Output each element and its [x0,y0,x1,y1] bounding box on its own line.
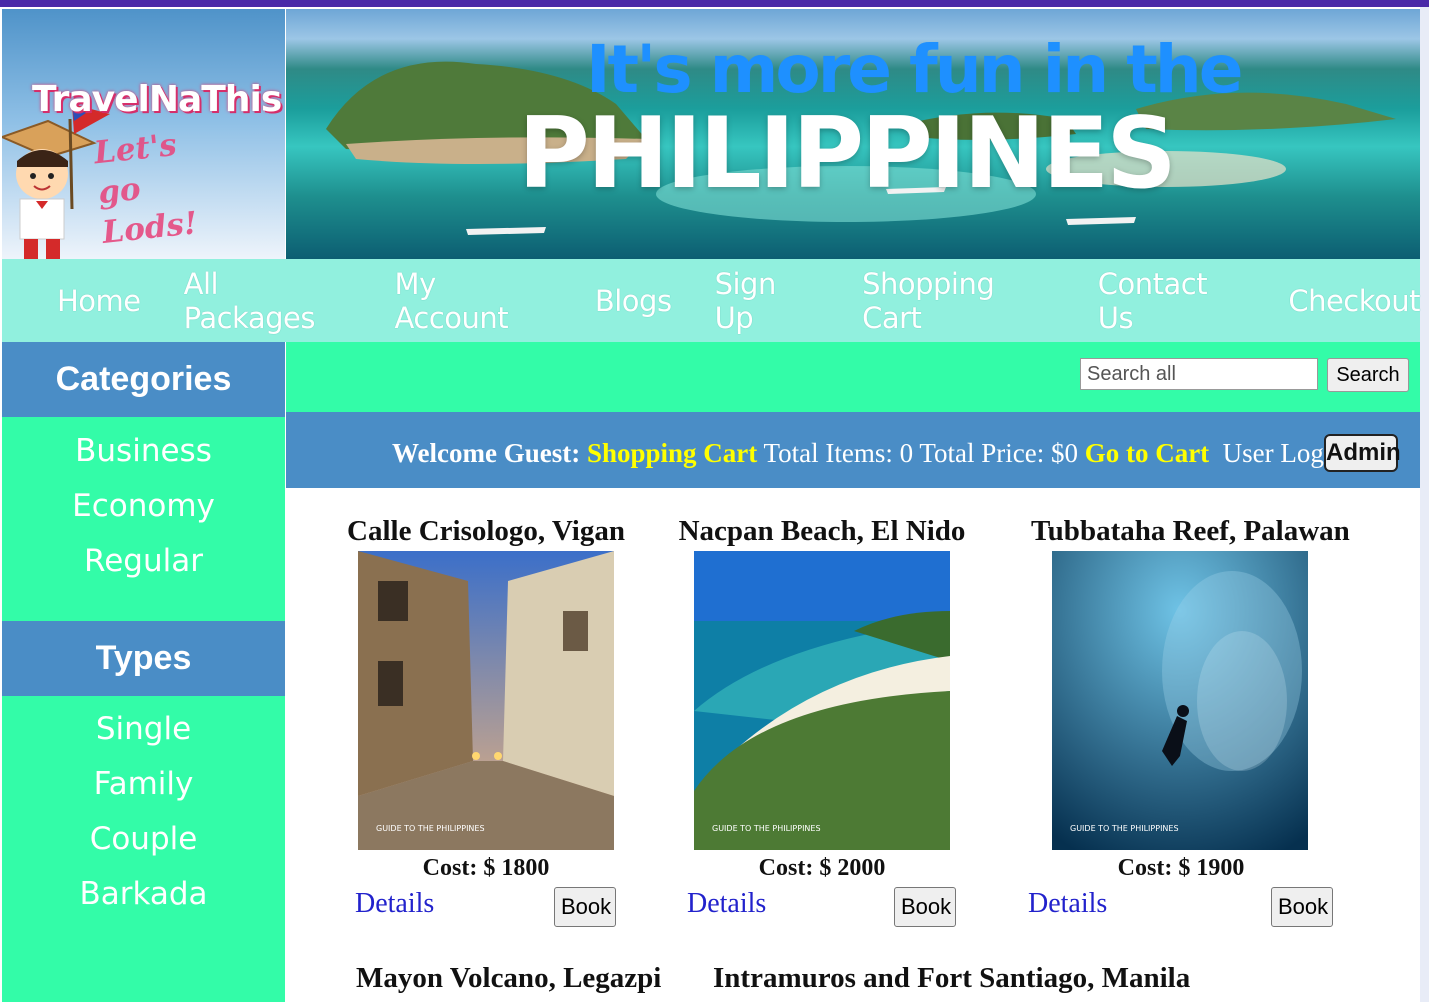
nav-sign-up[interactable]: Sign Up [715,267,820,335]
product-cost: Cost: $ 1900 [1117,855,1245,881]
image-watermark: GUIDE TO THE PHILIPPINES [712,824,821,833]
banner-country: PHILIPPINES [518,97,1177,211]
nav-all-packages[interactable]: All Packages [184,267,352,335]
image-watermark: GUIDE TO THE PHILIPPINES [1070,824,1179,833]
category-regular[interactable]: Regular [2,534,285,589]
type-couple[interactable]: Couple [2,812,285,867]
search-bar: Search [286,342,1420,412]
product-title: Intramuros and Fort Santiago, Manila [713,962,1191,994]
site-logo[interactable]: TravelNaThis Let's go Lods! [2,9,285,259]
product-title: Calle Crisologo, Vigan [347,515,625,547]
product-title: Mayon Volcano, Legazpi [356,962,662,994]
types-list: Single Family Couple Barkada [2,696,285,1002]
book-button[interactable]: Book [554,887,616,927]
product-card: Calle Crisologo, Vigan GUIDE TO THE PHIL… [336,515,636,935]
type-barkada[interactable]: Barkada [2,867,285,922]
categories-list: Business Economy Regular [2,417,285,621]
product-card: Tubbataha Reef, Palawan GUIDE TO THE PHI… [1028,515,1350,935]
logo-tagline: Let's go Lods! [92,126,200,251]
welcome-text: Welcome Guest: Shopping Cart Total Items… [392,438,1345,469]
types-heading: Types [2,621,285,696]
product-card: Nacpan Beach, El Nido GUIDE TO THE PHILI… [672,515,972,935]
main-nav: Home All Packages My Account Blogs Sign … [2,259,1420,342]
details-link[interactable]: Details [355,888,434,920]
product-title: Nacpan Beach, El Nido [678,515,966,547]
category-business[interactable]: Business [2,424,285,479]
welcome-bar: Welcome Guest: Shopping Cart Total Items… [286,412,1420,488]
details-link[interactable]: Details [1028,888,1107,920]
product-image[interactable]: GUIDE TO THE PHILIPPINES [1052,551,1308,850]
product-image[interactable]: GUIDE TO THE PHILIPPINES [694,551,950,850]
product-cost: Cost: $ 2000 [758,855,886,881]
cart-totals: Total Items: 0 Total Price: $0 [763,438,1078,468]
nav-checkout[interactable]: Checkout [1288,284,1420,318]
product-title: Tubbataha Reef, Palawan [1031,515,1350,547]
welcome-greeting: Welcome Guest: [392,438,581,468]
shopping-cart-link[interactable]: Shopping Cart [587,438,757,468]
nav-shopping-cart[interactable]: Shopping Cart [862,267,1055,335]
top-border [0,0,1429,7]
nav-contact-us[interactable]: Contact Us [1098,267,1246,335]
admin-button[interactable]: Admin [1324,434,1401,472]
search-button[interactable]: Search [1327,358,1409,392]
nav-my-account[interactable]: My Account [395,267,552,335]
product-cost: Cost: $ 1800 [422,855,550,881]
categories-heading: Categories [2,342,285,417]
book-button[interactable]: Book [1271,887,1333,927]
image-watermark: GUIDE TO THE PHILIPPINES [376,824,485,833]
type-family[interactable]: Family [2,757,285,812]
book-button[interactable]: Book [894,887,956,927]
category-economy[interactable]: Economy [2,479,285,534]
nav-home[interactable]: Home [57,284,141,318]
logo-title: TravelNaThis [32,79,282,120]
search-input[interactable] [1080,358,1318,390]
product-image[interactable]: GUIDE TO THE PHILIPPINES [358,551,614,850]
go-to-cart-link[interactable]: Go to Cart [1085,438,1209,468]
hero-banner: It's more fun in the PHILIPPINES [286,9,1420,259]
details-link[interactable]: Details [687,888,766,920]
type-single[interactable]: Single [2,702,285,757]
nav-blogs[interactable]: Blogs [595,284,672,318]
scrollbar-track [1420,7,1429,1002]
